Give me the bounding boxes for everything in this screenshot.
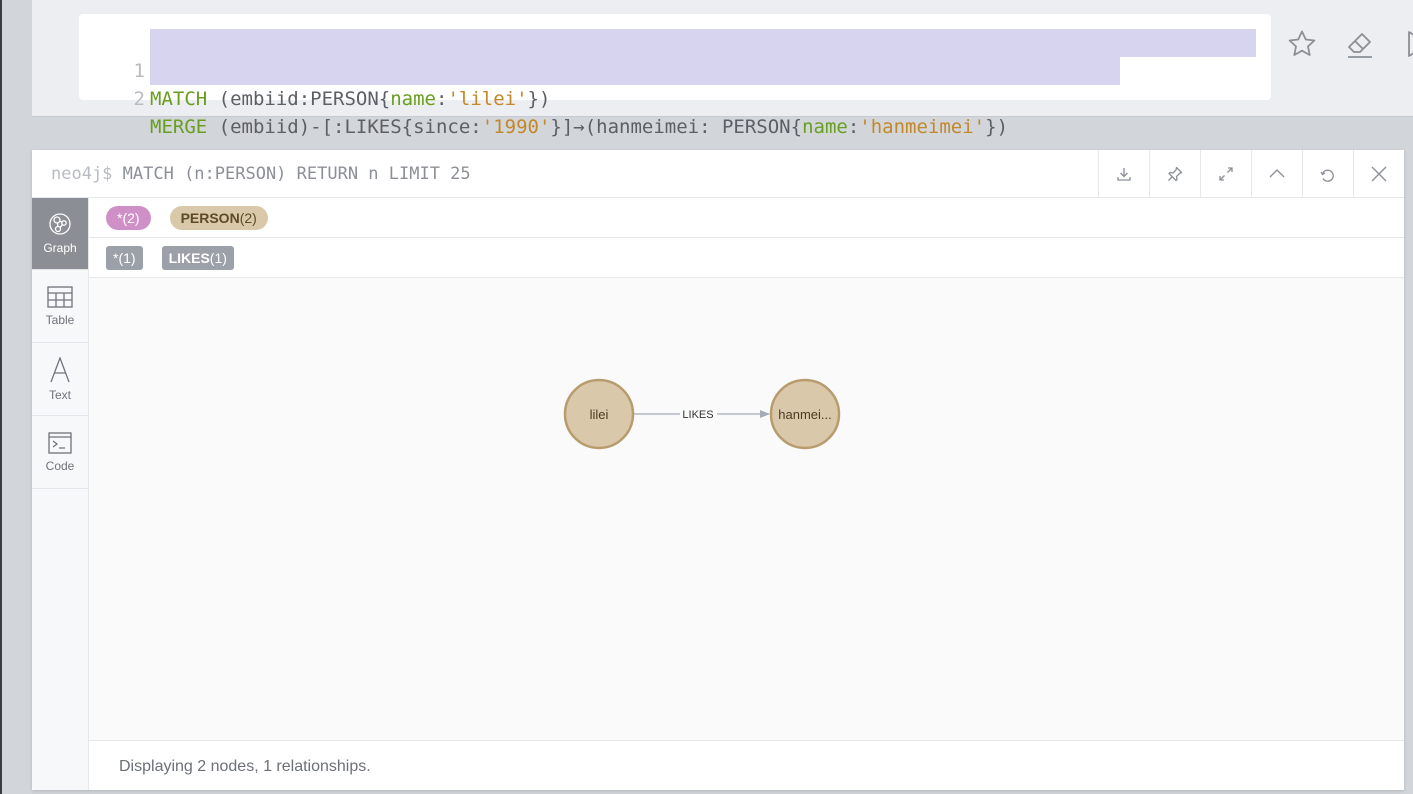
code-token: : [847,116,860,138]
rerun-button[interactable] [1302,150,1353,198]
relationship-label: LIKES [682,409,713,421]
status-text: Displaying 2 nodes, 1 relationships. [119,758,371,775]
download-button[interactable] [1098,150,1149,198]
close-icon [1371,166,1387,182]
string-literal: '1990' [481,116,551,138]
frame-command[interactable]: neo4j$ MATCH (n:PERSON) RETURN n LIMIT 2… [51,162,471,186]
refresh-icon [1320,169,1334,182]
editor-panel: 1 MATCH (embiid:PERSON{name:'lilei'}) 2 … [32,0,1413,138]
code-token: (embiid:PERSON{ [207,88,391,110]
expand-icon [1219,167,1233,181]
graph-icon [49,213,71,235]
play-icon [1408,31,1413,57]
table-icon [47,285,73,308]
tab-table[interactable]: Table [32,270,88,343]
string-literal: 'lilei' [447,88,528,110]
relationship-types-legend: *(1) LIKES(1) [89,238,1404,278]
keyword: MATCH [150,88,208,110]
code-token: : [436,88,448,110]
property-key: name [802,116,848,138]
keyword: MERGE [150,116,208,138]
result-frame: neo4j$ MATCH (n:PERSON) RETURN n LIMIT 2… [32,150,1404,790]
clear-editor-button[interactable] [1342,26,1378,62]
run-query-button[interactable] [1400,26,1413,62]
legend-all-relationships[interactable]: *(1) [106,245,143,270]
editor-actions [1284,26,1413,62]
graph-svg: LIKES lilei hanmei... [563,378,841,450]
tab-text-label: Text [48,387,71,402]
legend-person-count: (2) [239,209,257,226]
tab-code-label: Code [45,458,75,473]
legend-likes-type[interactable]: LIKES(1) [161,245,234,270]
star-icon [1288,30,1316,56]
legend-likes-name: LIKES [168,249,210,266]
status-bar: Displaying 2 nodes, 1 relationships. [89,740,1404,790]
code-icon [48,431,72,454]
node-caption: hanmei... [778,407,831,422]
cypher-editor[interactable]: 1 MATCH (embiid:PERSON{name:'lilei'}) 2 … [79,14,1271,138]
tab-text[interactable]: Text [32,343,88,416]
frame-header: neo4j$ MATCH (n:PERSON) RETURN n LIMIT 2… [32,150,1404,198]
frame-actions [1098,150,1404,198]
pin-icon [1168,166,1183,182]
code-token: }) [985,116,1009,138]
frame-prompt: neo4j$ [51,164,113,184]
window-edge [0,0,2,794]
download-icon [1117,168,1131,181]
text-icon [50,356,70,382]
code-line[interactable]: 1 MATCH (embiid:PERSON{name:'lilei'}) [79,29,1271,110]
collapse-button[interactable] [1251,150,1302,198]
code-token: }]→(hanmeimei: PERSON{ [550,116,803,138]
legend-all-nodes[interactable]: *(2) [106,205,151,230]
code-text: MATCH (embiid:PERSON{name:'lilei'}) [150,85,550,113]
legend-person-label[interactable]: PERSON(2) [169,205,268,230]
collapse-icon [1269,169,1285,178]
property-key: name [390,88,436,110]
legend-person-name: PERSON [180,209,240,226]
graph-view: *(2) PERSON(2) *(1) LIKES(1) LIKES lilei… [89,198,1404,790]
legend-likes-count: (1) [209,249,227,266]
node-hanmeimei[interactable]: hanmei... [769,378,841,450]
code-token: }) [527,88,551,110]
fullscreen-button[interactable] [1200,150,1251,198]
graph-canvas[interactable]: LIKES lilei hanmei... [89,278,1404,740]
line-number: 2 [133,88,145,110]
node-labels-legend: *(2) PERSON(2) [89,198,1404,238]
tab-table-label: Table [45,312,75,327]
tab-code[interactable]: Code [32,416,88,489]
pin-button[interactable] [1149,150,1200,198]
code-text: MERGE (embiid)-[:LIKES{since:'1990'}]→(h… [150,113,1008,141]
code-line[interactable]: 2 MERGE (embiid)-[:LIKES{since:'1990'}]→… [79,57,1271,138]
favorite-button[interactable] [1284,26,1320,62]
close-frame-button[interactable] [1353,150,1404,198]
tab-graph[interactable]: Graph [32,198,88,270]
node-lilei[interactable]: lilei [563,378,635,450]
tab-graph-label: Graph [43,241,77,255]
view-sidebar: Graph Table Text Code [32,198,89,790]
eraser-icon [1348,33,1372,58]
frame-query-text: MATCH (n:PERSON) RETURN n LIMIT 25 [112,164,471,184]
relationship-likes[interactable]: LIKES [634,409,770,421]
node-caption: lilei [590,407,609,422]
string-literal: 'hanmeimei' [859,116,986,138]
code-token: (embiid)-[:LIKES{since: [207,116,482,138]
